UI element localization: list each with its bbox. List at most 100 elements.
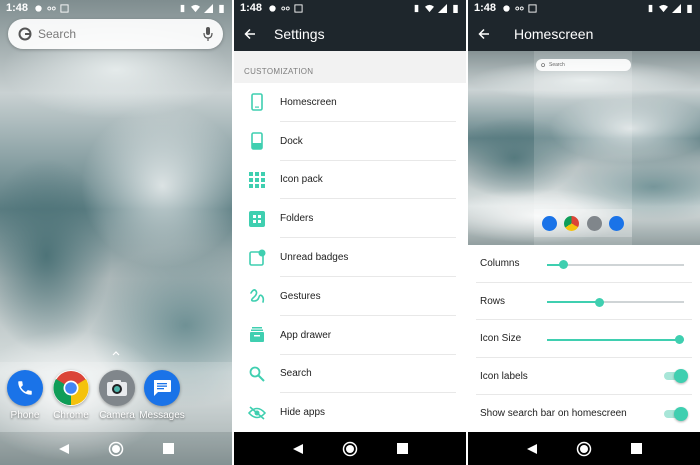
rows-slider[interactable]	[547, 297, 684, 307]
settings-item-unread-badges[interactable]: Unread badges	[234, 238, 466, 277]
messages-icon	[144, 370, 180, 406]
settings-item-label: Search	[280, 368, 312, 380]
preview-dock	[534, 209, 632, 237]
page-title: Settings	[274, 25, 325, 42]
dock-app-phone[interactable]: Phone	[0, 370, 50, 421]
phone-icon	[7, 370, 43, 406]
settings-item-dock[interactable]: Dock	[234, 122, 466, 161]
recents-button[interactable]	[626, 439, 646, 459]
pref-columns: Columns	[468, 245, 700, 283]
dock-app-label: Messages	[139, 410, 185, 421]
home-button[interactable]	[106, 439, 126, 459]
search-placeholder: Search	[38, 27, 77, 41]
slider-thumb[interactable]	[558, 260, 568, 270]
back-triangle-icon	[527, 443, 537, 454]
back-button[interactable]	[54, 439, 74, 459]
recents-button[interactable]	[158, 439, 178, 459]
phone-icon	[541, 215, 557, 231]
settings-list: Homescreen Dock Icon pack Folders Unread…	[234, 83, 466, 432]
status-bar: 1:48	[234, 0, 466, 16]
icon-labels-toggle[interactable]	[664, 369, 688, 384]
pref-rows: Rows	[468, 283, 700, 320]
dock-app-messages[interactable]: Messages	[138, 370, 186, 421]
page-title: Homescreen	[514, 25, 594, 42]
battery-icon	[687, 4, 692, 13]
icon-size-slider[interactable]	[547, 335, 685, 345]
grid-icon	[249, 171, 265, 188]
settings-notification-icon	[269, 4, 276, 12]
settings-item-label: App drawer	[280, 329, 332, 341]
search-bar[interactable]: Search	[8, 19, 223, 49]
status-bar: 1:48	[0, 0, 232, 16]
nav-bar	[468, 432, 700, 465]
homescreen-settings-panel: 1:48 Homescreen Search Columns Rows Icon…	[468, 0, 700, 465]
columns-slider[interactable]	[547, 260, 684, 270]
vibrate-icon	[180, 4, 185, 12]
show-search-bar-toggle[interactable]	[664, 406, 688, 421]
settings-item-icon-pack[interactable]: Icon pack	[234, 161, 466, 200]
pref-show-search-bar[interactable]: Show search bar on homescreen	[468, 395, 700, 433]
voicemail-icon	[281, 6, 290, 10]
settings-item-hide-apps[interactable]: Hide apps	[234, 393, 466, 432]
recents-square-icon	[396, 443, 408, 454]
pref-label: Show search bar on homescreen	[480, 408, 627, 420]
nav-bar	[234, 432, 466, 465]
gesture-icon	[250, 289, 265, 304]
pref-icon-labels[interactable]: Icon labels	[468, 358, 700, 395]
dock-app-camera[interactable]: Camera	[92, 370, 142, 421]
dock: Phone Chrome Camera Messages	[0, 362, 232, 432]
messages-icon	[609, 215, 625, 231]
app-toolbar: Settings	[234, 16, 466, 51]
dock-app-label: Phone	[10, 410, 40, 421]
back-arrow-icon[interactable]	[244, 28, 256, 40]
search-icon	[249, 366, 265, 382]
dock-app-label: Camera	[99, 410, 135, 421]
slider-thumb[interactable]	[675, 335, 685, 345]
home-button[interactable]	[340, 439, 360, 459]
badge-icon	[248, 249, 265, 266]
dock-app-label: Chrome	[53, 410, 89, 421]
settings-panel: 1:48 Settings CUSTOMIZATION Homescreen D…	[234, 0, 466, 465]
settings-notification-icon	[35, 4, 42, 12]
home-circle-icon	[342, 441, 358, 456]
image-notification-icon	[60, 3, 69, 13]
wifi-icon	[659, 4, 668, 12]
settings-item-gestures[interactable]: Gestures	[234, 277, 466, 316]
settings-item-homescreen[interactable]: Homescreen	[234, 83, 466, 122]
recents-square-icon	[162, 443, 174, 454]
back-triangle-icon	[59, 443, 69, 454]
settings-item-label: Folders	[280, 213, 314, 225]
home-circle-icon	[576, 441, 592, 456]
pref-icon-size: Icon Size	[468, 320, 700, 358]
swipe-up-chevron-icon[interactable]	[112, 350, 120, 356]
wifi-icon	[425, 4, 434, 12]
app-toolbar: Homescreen	[468, 16, 700, 51]
battery-icon	[453, 4, 458, 13]
camera-icon	[99, 370, 135, 406]
preview-search-bar: Search	[536, 59, 631, 71]
image-notification-icon	[294, 3, 303, 13]
settings-item-folders[interactable]: Folders	[234, 199, 466, 239]
home-button[interactable]	[574, 439, 594, 459]
back-button[interactable]	[522, 439, 542, 459]
back-arrow-icon[interactable]	[478, 28, 490, 40]
recents-square-icon	[630, 443, 642, 454]
settings-item-label: Dock	[280, 135, 303, 147]
settings-item-label: Homescreen	[280, 96, 337, 108]
settings-item-search[interactable]: Search	[234, 355, 466, 394]
homescreen-preferences: Columns Rows Icon Size Icon labels Show …	[468, 245, 700, 433]
mic-icon[interactable]	[203, 27, 213, 41]
image-notification-icon	[528, 3, 537, 13]
dock-app-chrome[interactable]: Chrome	[46, 370, 96, 421]
signal-icon	[438, 3, 447, 13]
home-screen-panel: 1:48 Search Phone Chrome Camera Messages	[0, 0, 232, 465]
nav-bar	[0, 432, 232, 465]
slider-thumb[interactable]	[594, 297, 604, 307]
recents-button[interactable]	[392, 439, 412, 459]
back-button[interactable]	[288, 439, 308, 459]
homescreen-preview: Search	[468, 51, 700, 245]
vibrate-icon	[648, 4, 653, 12]
settings-notification-icon	[503, 4, 510, 12]
settings-item-label: Hide apps	[280, 407, 326, 419]
settings-item-app-drawer[interactable]: App drawer	[234, 316, 466, 355]
